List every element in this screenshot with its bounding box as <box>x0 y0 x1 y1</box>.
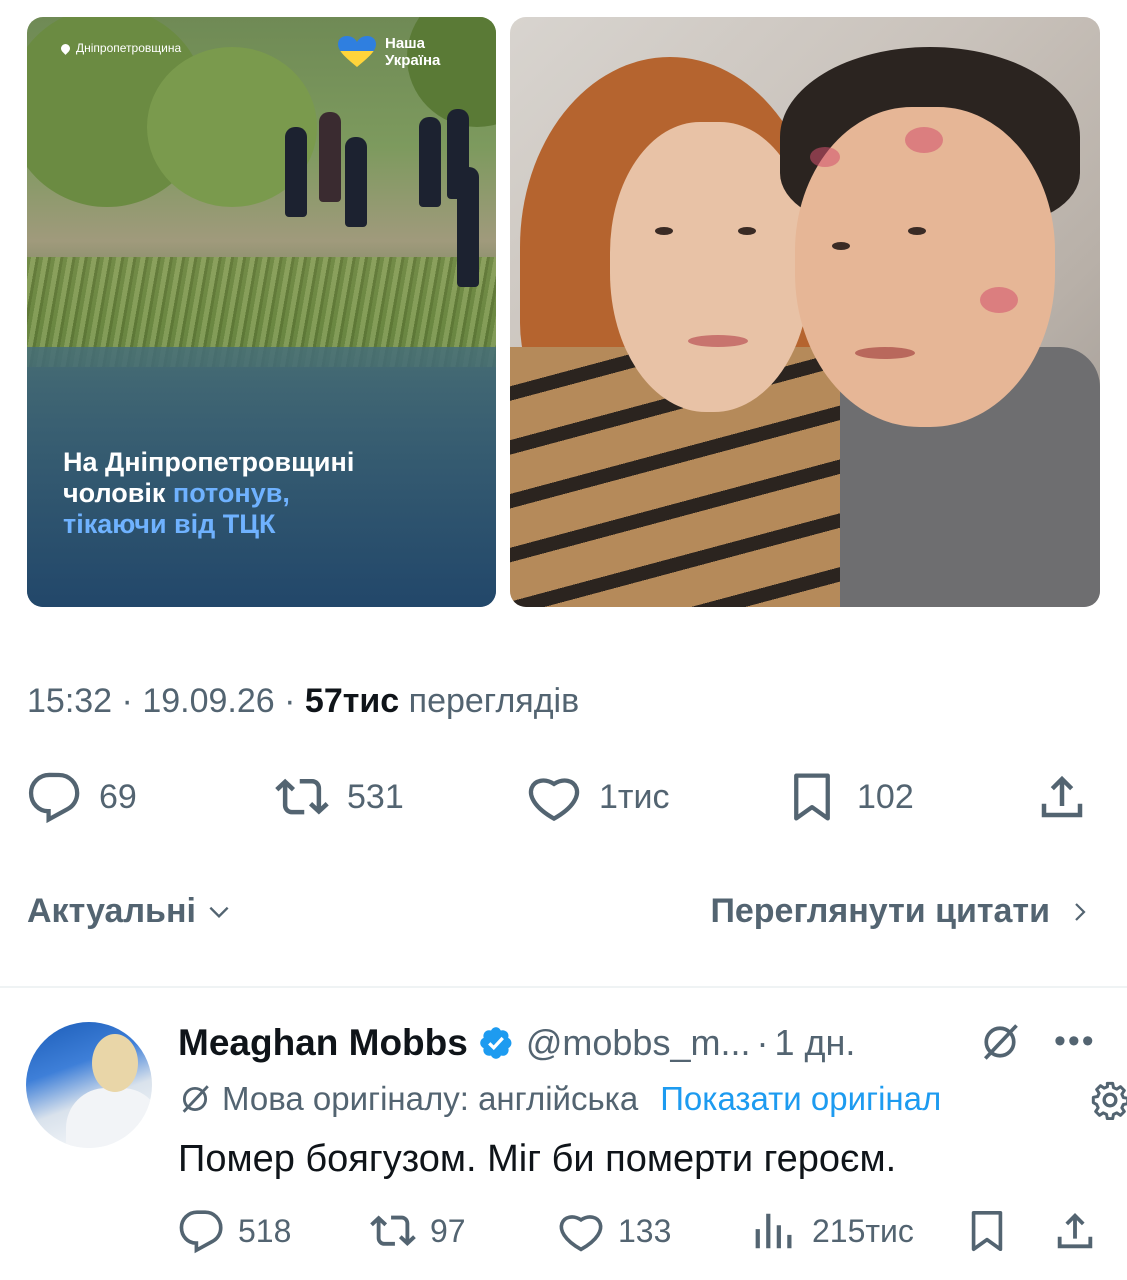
translation-note: Мова оригіналу: англійська <box>222 1080 639 1117</box>
ukraine-heart-icon <box>338 36 376 67</box>
eye-shape <box>908 227 926 235</box>
repost-button[interactable]: 531 <box>275 770 404 824</box>
reply-age[interactable]: 1 дн. <box>774 1022 855 1064</box>
divider <box>0 986 1127 988</box>
reply-share-button[interactable] <box>1052 1208 1098 1254</box>
more-icon[interactable]: ••• <box>1054 1022 1096 1061</box>
repost-icon <box>275 778 329 815</box>
reply-views-button[interactable]: 215тис <box>752 1208 914 1254</box>
reply-bookmark-button[interactable] <box>964 1208 1010 1254</box>
chevron-right-icon <box>1075 902 1086 921</box>
location-label: Дніпропетровщина <box>59 41 182 55</box>
translate-icon <box>182 1085 209 1113</box>
translation-bar: Мова оригіналу: англійська Показати ориг… <box>178 1080 941 1118</box>
reply-author-name[interactable]: Meaghan Mobbs <box>178 1022 468 1064</box>
reply-views-count: 215тис <box>812 1212 914 1249</box>
reply-button[interactable]: 69 <box>27 770 137 824</box>
replies-sort-row: Актуальні Переглянути цитати <box>27 892 1092 942</box>
kiss-mark <box>980 287 1018 313</box>
lips-shape <box>688 335 748 347</box>
like-count: 1тис <box>599 777 670 816</box>
eye-shape <box>832 242 850 250</box>
share-button[interactable] <box>1035 770 1089 824</box>
repost-icon <box>370 1215 416 1246</box>
like-icon <box>559 1215 603 1252</box>
reply-text: Помер боягузом. Міг би померти героєм. <box>178 1138 897 1180</box>
brand-line-2: Україна <box>385 52 441 69</box>
brand-line-1: Наша <box>385 35 426 52</box>
kiss-mark <box>810 147 840 167</box>
reply-like-button[interactable]: 133 <box>558 1208 671 1254</box>
views-icon <box>755 1213 792 1249</box>
headline-line-3: тікаючи від ТЦК <box>63 509 276 539</box>
verified-badge-icon[interactable] <box>478 1025 514 1061</box>
reply-repost-count: 97 <box>430 1212 466 1249</box>
kiss-mark <box>905 127 943 153</box>
like-button[interactable]: 1тис <box>527 770 669 824</box>
eye-shape <box>655 227 673 235</box>
person-figure <box>285 127 307 217</box>
headline-highlight: потонув, <box>172 478 290 508</box>
news-image[interactable]: Дніпропетровщина Наша Україна На Дніпроп… <box>27 17 496 607</box>
bookmark-icon <box>971 1210 1003 1252</box>
repost-count: 531 <box>347 777 404 816</box>
location-text: Дніпропетровщина <box>76 41 182 55</box>
tweet-time[interactable]: 15:32 <box>27 682 112 720</box>
reply-header: Meaghan Mobbs @mobbs_m... · 1 дн. ••• <box>178 1020 1096 1064</box>
lips-shape <box>855 347 915 359</box>
share-icon <box>1041 775 1083 818</box>
chevron-down-icon <box>209 906 229 918</box>
headline-line-1: На Дніпропетровщині <box>63 447 355 477</box>
grok-icon[interactable] <box>978 1020 1022 1064</box>
reply-reply-count: 518 <box>238 1212 292 1249</box>
tweet-actions: 69 531 1тис 102 <box>27 770 1092 830</box>
sort-dropdown[interactable]: Актуальні <box>27 892 232 931</box>
reply-like-count: 133 <box>618 1212 672 1249</box>
reply-handle[interactable]: @mobbs_m... <box>526 1022 751 1064</box>
avatar[interactable] <box>26 1022 152 1148</box>
view-quotes-link[interactable]: Переглянути цитати <box>710 892 1092 931</box>
views-count: 57тис <box>304 682 400 720</box>
reply-actions: 518 97 133 215тис <box>178 1208 1098 1262</box>
couple-photo[interactable] <box>510 17 1100 607</box>
reply-icon <box>28 772 80 824</box>
settings-icon[interactable] <box>1090 1080 1127 1120</box>
views-label: переглядів <box>408 682 580 720</box>
headline-line-2: чоловік потонув, <box>63 478 290 508</box>
news-headline: На Дніпропетровщині чоловік потонув, тік… <box>63 447 483 540</box>
bookmark-icon <box>794 773 830 821</box>
reply-icon <box>179 1210 223 1254</box>
tweet-date[interactable]: 19.09.26 <box>142 682 274 720</box>
bookmark-button[interactable]: 102 <box>785 770 914 824</box>
person-figure <box>319 112 341 202</box>
eye-shape <box>738 227 756 235</box>
bookmark-count: 102 <box>857 777 914 816</box>
like-icon <box>528 778 580 822</box>
share-icon <box>1057 1212 1093 1249</box>
location-pin-icon <box>59 41 72 55</box>
person-figure <box>419 117 441 207</box>
brand-logo: Наша Україна <box>337 35 440 69</box>
show-original-link[interactable]: Показати оригінал <box>660 1080 941 1118</box>
person-figure <box>345 137 367 227</box>
reply-reply-button[interactable]: 518 <box>178 1208 291 1254</box>
sort-label: Актуальні <box>27 892 196 930</box>
reply-count: 69 <box>99 777 137 816</box>
tweet-meta: 15:32 · 19.09.26 · 57тис переглядів <box>27 682 580 720</box>
reply-repost-button[interactable]: 97 <box>370 1208 466 1254</box>
view-quotes-label: Переглянути цитати <box>710 892 1050 930</box>
person-figure <box>457 167 479 287</box>
